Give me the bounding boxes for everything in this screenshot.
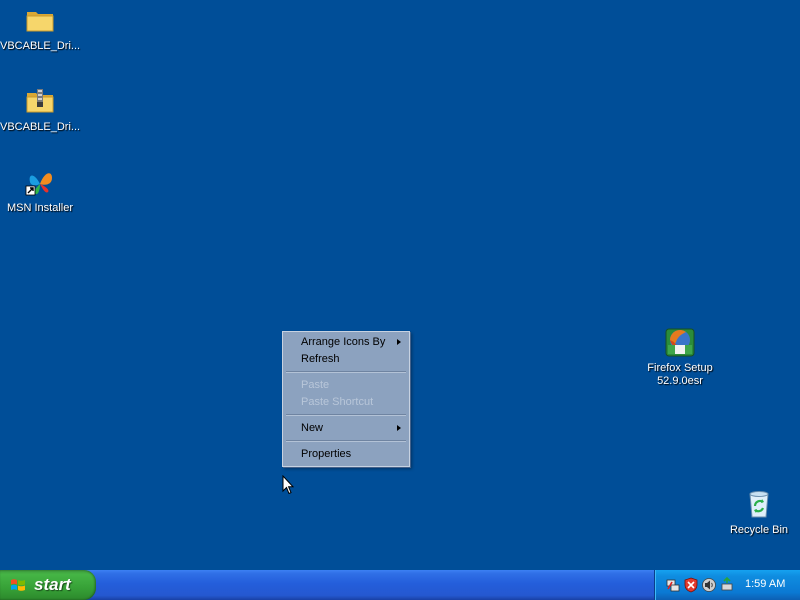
menu-item-label: New [301, 422, 324, 434]
desktop-icon-vbcable-folder[interactable]: VBCABLE_Dri... [0, 4, 80, 53]
desktop-icon-label: MSN Installer [6, 202, 74, 214]
menu-item-label: Arrange Icons By [301, 336, 386, 348]
menu-item-label: Refresh [301, 353, 340, 365]
menu-item-new[interactable]: New [283, 420, 409, 437]
system-tray: 1:59 AM [654, 570, 800, 600]
zip-folder-icon [24, 85, 56, 117]
recycle-bin-icon [743, 488, 775, 520]
desktop-icon-firefox-setup[interactable]: Firefox Setup 52.9.0esr [640, 326, 720, 388]
mouse-cursor-icon [282, 475, 294, 495]
clock[interactable]: 1:59 AM [745, 578, 785, 590]
desktop-icon-recycle-bin[interactable]: Recycle Bin [719, 488, 799, 537]
menu-item-paste-shortcut: Paste Shortcut [283, 394, 409, 411]
folder-icon [24, 4, 56, 36]
desktop-context-menu: Arrange Icons By Refresh Paste Paste Sho… [282, 331, 410, 467]
menu-item-label: Paste [301, 379, 330, 391]
firefox-setup-icon [664, 326, 696, 358]
security-shield-icon[interactable] [683, 577, 699, 593]
menu-item-arrange-icons-by[interactable]: Arrange Icons By [283, 334, 409, 351]
start-button[interactable]: start [0, 570, 96, 600]
volume-icon[interactable] [701, 577, 717, 593]
menu-item-properties[interactable]: Properties [283, 446, 409, 463]
windows-logo-icon [11, 579, 25, 591]
taskbar: start 1:59 AM [0, 570, 800, 600]
desktop-icon-label: Firefox Setup 52.9.0esr [647, 362, 713, 387]
desktop-icon-vbcable-zip[interactable]: VBCABLE_Dri... [0, 85, 80, 134]
desktop-icon-label: VBCABLE_Dri... [0, 40, 81, 52]
msn-butterfly-icon [24, 166, 56, 198]
menu-item-paste: Paste [283, 377, 409, 394]
desktop-icon-label: Recycle Bin [729, 524, 789, 536]
menu-separator [286, 440, 406, 442]
menu-separator [286, 371, 406, 373]
menu-item-label: Paste Shortcut [301, 396, 374, 408]
desktop[interactable]: VBCABLE_Dri... VBCABLE_Dri... MSN Instal… [0, 0, 800, 570]
desktop-icon-msn-installer[interactable]: MSN Installer [0, 166, 80, 215]
start-label: start [34, 575, 71, 594]
menu-item-label: Properties [301, 448, 352, 460]
safely-remove-icon[interactable] [719, 577, 735, 593]
menu-separator [286, 414, 406, 416]
submenu-arrow-icon [397, 339, 401, 345]
submenu-arrow-icon [397, 425, 401, 431]
menu-item-refresh[interactable]: Refresh [283, 351, 409, 368]
network-icon[interactable] [665, 577, 681, 593]
desktop-icon-label: VBCABLE_Dri... [0, 121, 81, 133]
